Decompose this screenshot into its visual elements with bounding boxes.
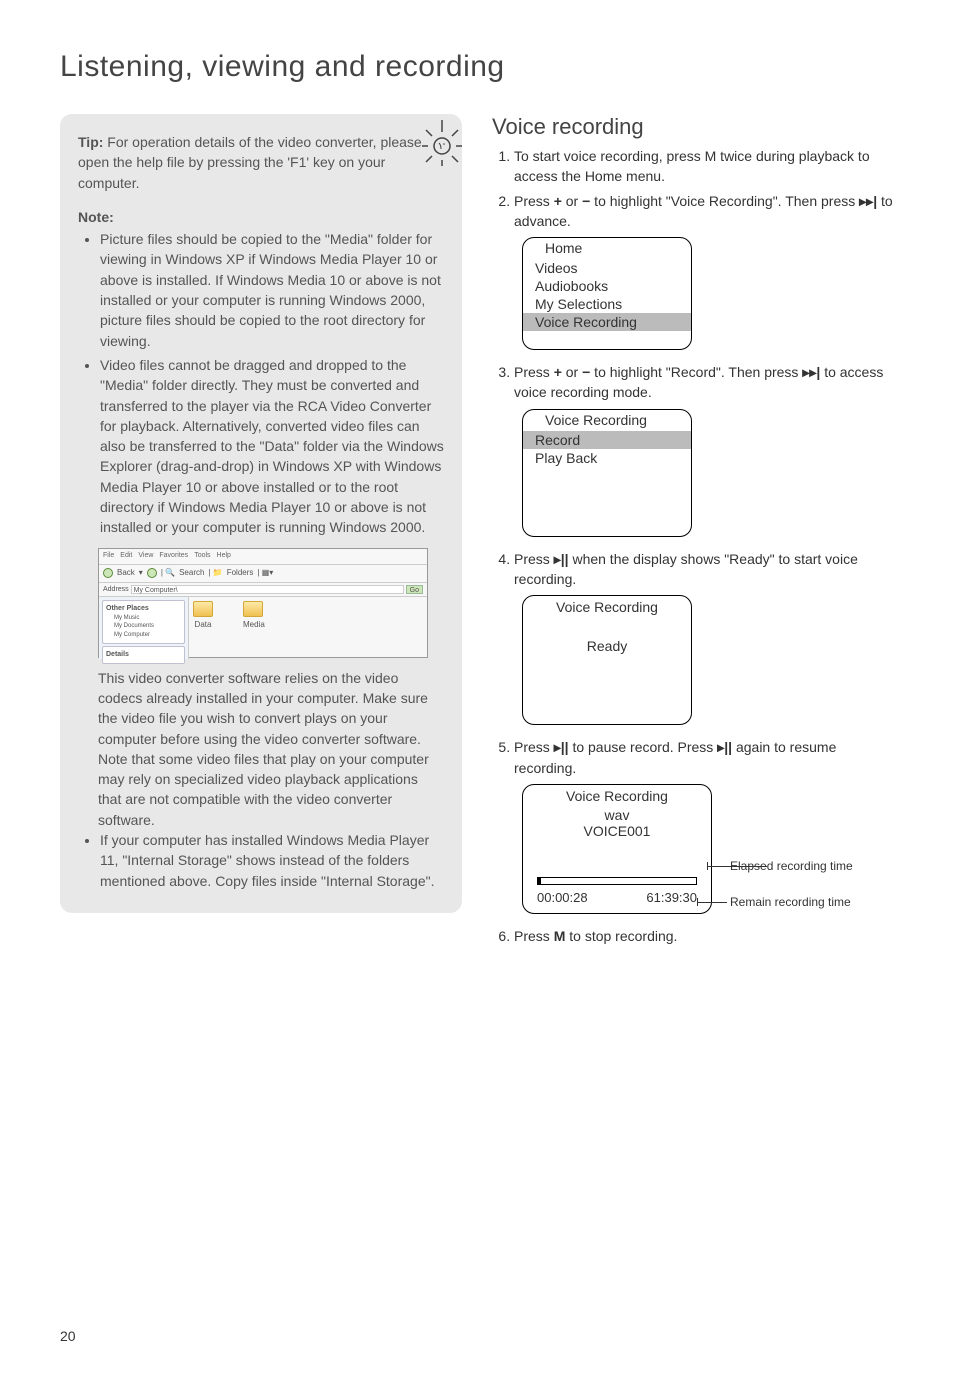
voice-recording-heading: Voice recording — [492, 114, 894, 140]
note-bullet: Video files cannot be dragged and droppe… — [100, 355, 444, 538]
format-label: wav — [523, 807, 711, 823]
explorer-screenshot: FileEditViewFavoritesToolsHelp Back ▾ | … — [98, 548, 428, 658]
step-4: Press ▸|| when the display shows "Ready"… — [514, 549, 894, 590]
voice-steps: To start voice recording, press M twice … — [492, 146, 894, 231]
remain-time: 61:39:30 — [646, 890, 697, 905]
sun-icon — [414, 118, 462, 166]
page-number: 20 — [60, 1328, 76, 1344]
tip-after-shot: This video converter software relies on … — [98, 668, 444, 830]
explorer-menubar: FileEditViewFavoritesToolsHelp — [99, 549, 427, 565]
tip-label: Tip: — [78, 134, 103, 150]
explorer-address: Address My Computer\ Go — [99, 583, 427, 597]
explorer-toolbar: Back ▾ | 🔍Search | 📁Folders | ▦▾ — [99, 565, 427, 583]
device-screen-home: Home Videos Audiobooks My Selections Voi… — [522, 237, 692, 350]
screen-header: Home — [523, 238, 691, 259]
annotation-elapsed: Elapsed recording time — [730, 859, 853, 873]
tip-box: Tip: For operation details of the video … — [60, 114, 462, 913]
screen-item-selected: Voice Recording — [523, 313, 691, 331]
folder-media: Media — [243, 601, 265, 655]
note-bullet: Picture files should be copied to the "M… — [100, 229, 444, 351]
device-screen-record-menu: Voice Recording Record Play Back — [522, 409, 692, 537]
back-icon — [103, 568, 113, 578]
step-1: To start voice recording, press M twice … — [514, 146, 894, 187]
elapsed-time: 00:00:28 — [537, 890, 588, 905]
screen-item: Play Back — [523, 449, 691, 467]
ready-label: Ready — [523, 638, 691, 654]
note-label: Note: — [78, 207, 444, 227]
explorer-content: Data Media — [189, 597, 427, 659]
page-title: Listening, viewing and recording — [60, 50, 894, 84]
device-screen-recording: Voice Recording wav VOICE001 00:00:28 61… — [522, 784, 712, 914]
screen-item: Audiobooks — [523, 277, 691, 295]
filename-label: VOICE001 — [523, 823, 711, 839]
annotation-remain: Remain recording time — [730, 895, 851, 909]
note-bullet: If your computer has installed Windows M… — [100, 830, 444, 891]
screen-header: Voice Recording — [523, 410, 691, 431]
folder-icon — [193, 601, 213, 617]
step-2: Press + or − to highlight "Voice Recordi… — [514, 191, 894, 232]
note-bullets-2: If your computer has installed Windows M… — [78, 830, 444, 891]
step-6: Press M to stop recording. — [514, 926, 894, 946]
screen-header: Voice Recording — [523, 785, 711, 807]
screen-header: Voice Recording — [523, 596, 691, 618]
forward-icon — [147, 568, 157, 578]
step-3: Press + or − to highlight "Record". Then… — [514, 362, 894, 403]
note-bullets: Picture files should be copied to the "M… — [78, 229, 444, 537]
screen-item: My Selections — [523, 295, 691, 313]
tip-text: Tip: For operation details of the video … — [78, 132, 444, 193]
folder-data: Data — [193, 601, 213, 655]
screen-item: Videos — [523, 259, 691, 277]
step-5: Press ▸|| to pause record. Press ▸|| aga… — [514, 737, 894, 778]
progress-bar — [537, 877, 697, 885]
screen-item-selected: Record — [523, 431, 691, 449]
device-screen-ready: Voice Recording Ready — [522, 595, 692, 725]
explorer-sidebar: Other Places My Music My Documents My Co… — [99, 597, 189, 659]
folder-icon — [243, 601, 263, 617]
